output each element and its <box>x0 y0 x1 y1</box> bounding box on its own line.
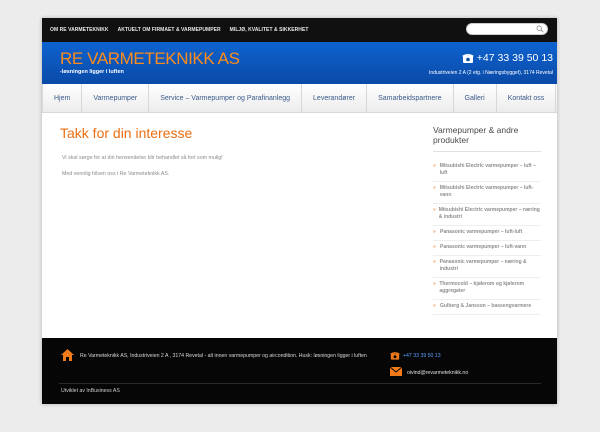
bullet-icon: » <box>433 303 436 309</box>
sidebar-item-label[interactable]: Panasonic varmepumper – luft-vann <box>440 244 526 251</box>
sidebar-item[interactable]: » Panasonic varmepumper – luft-vann <box>433 241 541 256</box>
sidebar-title: Varmepumper & andre produkter <box>433 125 541 152</box>
sidebar-item-label[interactable]: Gulberg & Jansson – bassengvarmere <box>440 303 531 310</box>
sidebar-item-label[interactable]: Mitsubishi Electric varmepumper – luft –… <box>440 163 541 177</box>
confirmation-message: Vi skal sørge for at din henvendelse bli… <box>62 155 223 161</box>
topnav-link-aktuelt[interactable]: AKTUELT OM FIRMAET & VARMEPUMPER <box>118 27 221 33</box>
telephone-icon <box>461 54 474 63</box>
nav-item-hjem[interactable]: Hjem <box>42 84 83 113</box>
topnav-link-om[interactable]: OM RE VARMETEKNIKK <box>50 27 109 33</box>
sidebar-item[interactable]: » Thermocold – kjølerom og kjølerom aggre… <box>433 278 541 300</box>
bullet-icon: » <box>433 229 436 235</box>
page: OM RE VARMETEKNIKK AKTUELT OM FIRMAET & … <box>42 18 557 404</box>
sidebar-item[interactable]: » Mitsubishi Electric varmepumper – luft … <box>433 160 541 182</box>
nav-item-leverandorer[interactable]: Leverandører <box>302 84 368 113</box>
header-address: Industriveien 2 A (2 etg. i Næringsbygge… <box>429 70 553 76</box>
page-title: Takk for din interesse <box>60 125 193 141</box>
top-navigation: OM RE VARMETEKNIKK AKTUELT OM FIRMAET & … <box>50 18 317 42</box>
sidebar-item[interactable]: » Gulberg & Jansson – bassengvarmere <box>433 300 541 315</box>
topnav-link-miljo[interactable]: MILJØ, KVALITET & SIKKERHET <box>230 27 309 33</box>
bullet-icon: » <box>433 259 436 265</box>
site-header: RE VARMETEKNIKK AS -løsningen ligger i l… <box>42 42 557 84</box>
nav-item-samarbeidspartnere[interactable]: Samarbeidspartnere <box>367 84 454 113</box>
sidebar-item[interactable]: » Mitsubishi Electric varmepumper – nærin… <box>433 204 541 226</box>
nav-item-varmepumper[interactable]: Varmepumper <box>82 84 150 113</box>
footer-credit[interactable]: Utviklet av InBusiness AS <box>61 388 120 394</box>
sidebar-item-label[interactable]: Panasonic varmepumper – luft-luft <box>440 229 522 236</box>
main-navigation: Hjem Varmepumper Service – Varmepumper o… <box>42 84 557 113</box>
telephone-icon <box>390 352 400 360</box>
site-tagline: -løsningen ligger i luften <box>60 69 124 75</box>
bullet-icon: » <box>433 244 436 250</box>
footer-divider <box>59 383 541 384</box>
nav-item-kontakt[interactable]: Kontakt oss <box>497 84 557 113</box>
site-footer: Re Varmeteknikk AS, Industriveien 2 A , … <box>42 338 557 404</box>
sidebar-item-label[interactable]: Mitsubishi Electric varmepumper – luft-v… <box>440 185 541 199</box>
site-logo-text[interactable]: RE VARMETEKNIKK AS <box>60 49 240 69</box>
header-phone-number[interactable]: +47 33 39 50 13 <box>477 52 553 64</box>
sidebar-product-list: » Mitsubishi Electric varmepumper – luft … <box>433 160 541 315</box>
top-bar: OM RE VARMETEKNIKK AKTUELT OM FIRMAET & … <box>42 18 557 42</box>
sidebar-item-label[interactable]: Mitsubishi Electric varmepumper – næring… <box>439 207 541 221</box>
sidebar-item[interactable]: » Mitsubishi Electric varmepumper – luft-… <box>433 182 541 204</box>
search-icon[interactable] <box>536 25 544 33</box>
sidebar-item[interactable]: » Panasonic varmepumper – luft-luft <box>433 226 541 241</box>
sidebar-item-label[interactable]: Panasonic varmepumper – næring & industr… <box>440 259 541 273</box>
footer-email-link[interactable]: oivind@revarmeteknikk.no <box>407 370 468 376</box>
bullet-icon: » <box>433 163 436 169</box>
nav-item-service[interactable]: Service – Varmepumper og Parafinanlegg <box>149 84 303 113</box>
main-content: Takk for din interesse Vi skal sørge for… <box>42 113 557 338</box>
sidebar-item-label[interactable]: Thermocold – kjølerom og kjølerom aggreg… <box>439 281 541 295</box>
sidebar-item[interactable]: » Panasonic varmepumper – næring & indust… <box>433 256 541 278</box>
signature-message: Med vennlig hilsen oss i Re Varmeteknikk… <box>62 171 170 177</box>
mail-icon <box>390 367 402 376</box>
header-phone: +47 33 39 50 13 <box>461 52 553 64</box>
bullet-icon: » <box>433 185 436 191</box>
footer-phone-link[interactable]: +47 33 39 50 13 <box>403 353 441 359</box>
nav-item-galleri[interactable]: Galleri <box>454 84 497 113</box>
footer-company-info: Re Varmeteknikk AS, Industriveien 2 A , … <box>80 353 367 359</box>
search-input[interactable] <box>466 23 548 35</box>
sidebar: Varmepumper & andre produkter » Mitsubish… <box>433 125 541 315</box>
home-icon <box>61 349 74 361</box>
